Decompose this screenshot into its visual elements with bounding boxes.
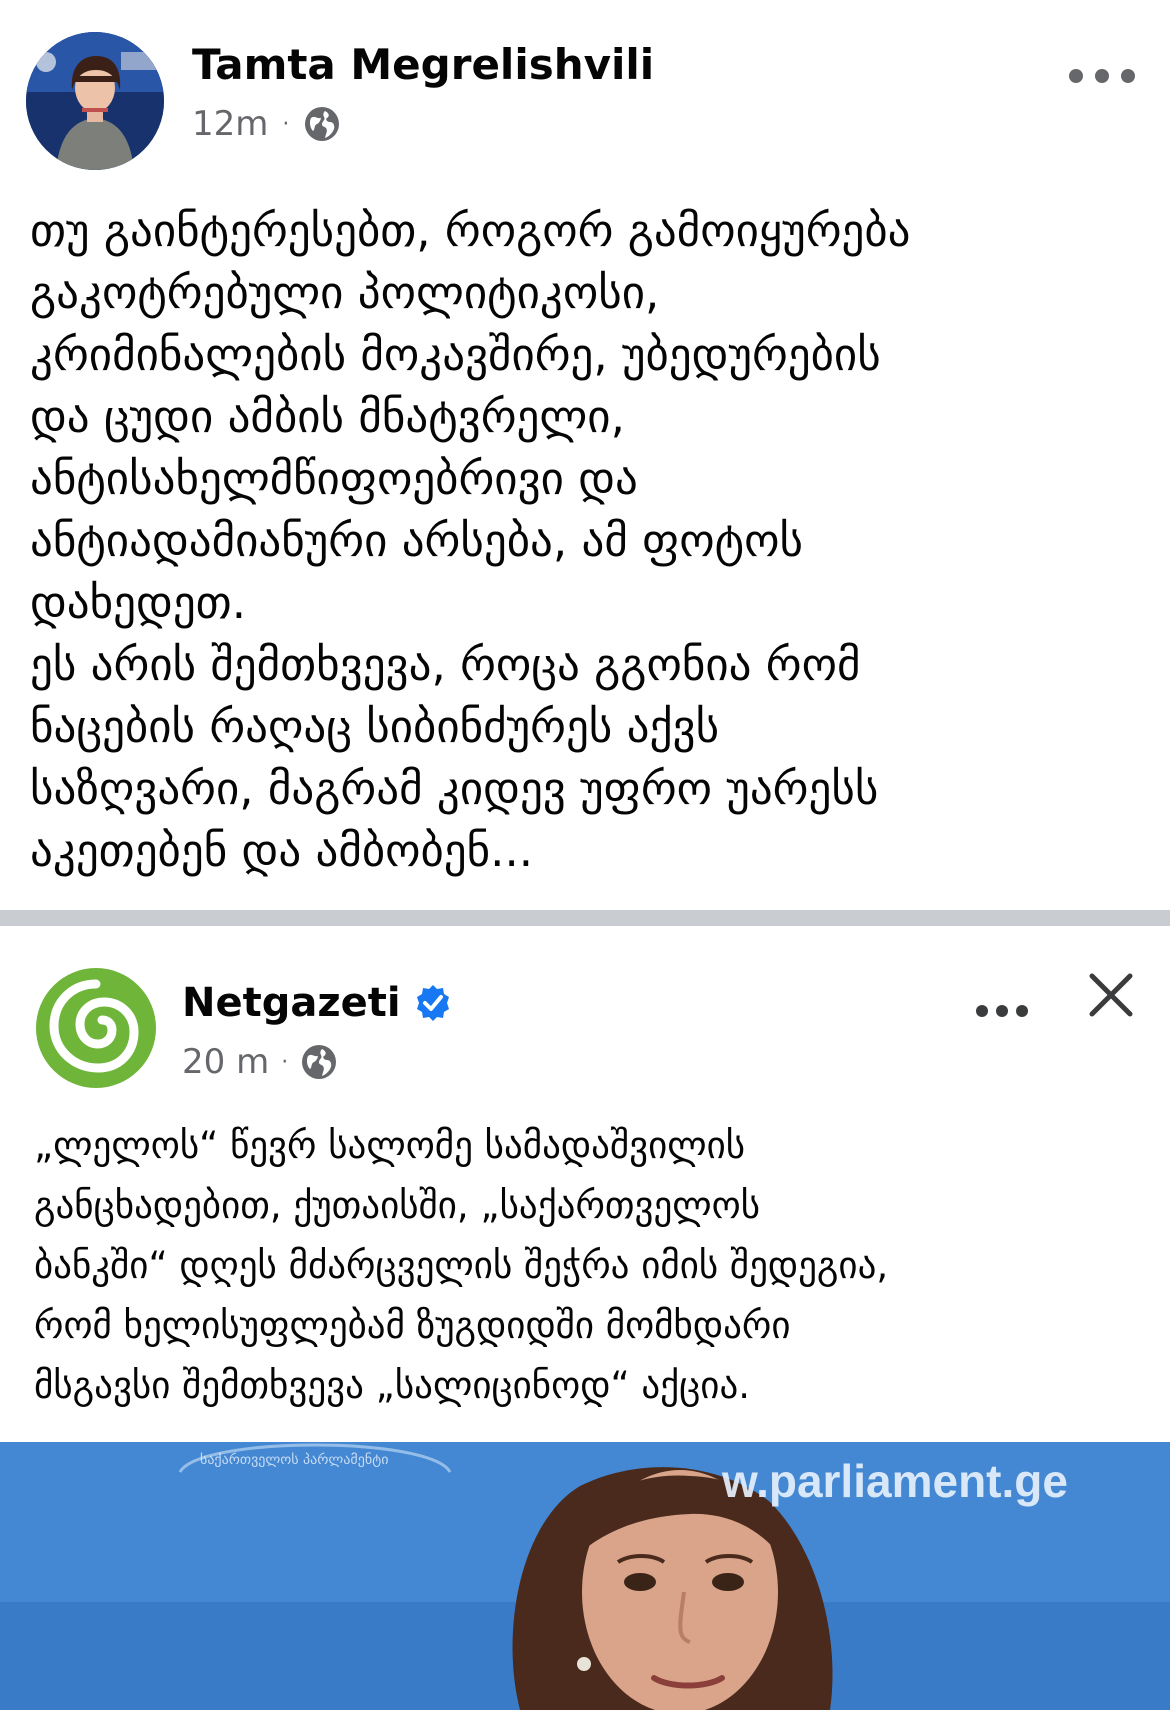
shared-post-card: Netgazeti 20 m · „ლელოს“ წევრ სალომე სამ… — [0, 926, 1170, 1710]
shared-more-icon[interactable] — [974, 996, 1030, 1026]
page-name-text[interactable]: Netgazeti — [182, 980, 401, 1026]
netgazeti-logo[interactable] — [34, 966, 158, 1090]
post-card: Tamta Megrelishvili 12m · თუ გაინტერესებ… — [0, 0, 1170, 910]
meta-separator: · — [281, 1049, 289, 1075]
meta-separator: · — [282, 111, 290, 137]
post-text: თუ გაინტერესებთ, როგორ გამოიყურება გაკოტ… — [30, 204, 911, 877]
post-more-icon[interactable] — [1064, 56, 1140, 96]
post-timestamp[interactable]: 12m — [192, 104, 268, 144]
close-icon[interactable] — [1088, 972, 1134, 1018]
author-avatar[interactable] — [26, 32, 164, 170]
avatar-image — [26, 32, 164, 170]
shared-meta: 20 m · — [182, 1038, 338, 1086]
shared-post-photo[interactable]: საქართველოს პარლამენტი w.parliament.ge — [0, 1442, 1170, 1710]
author-name[interactable]: Tamta Megrelishvili — [192, 40, 654, 89]
globe-icon — [305, 107, 340, 141]
globe-icon — [302, 1045, 337, 1079]
shared-timestamp[interactable]: 20 m — [182, 1042, 269, 1082]
post-separator — [0, 910, 1170, 926]
shared-post-text: „ლელოს“ წევრ სალომე სამადაშვილის განცხად… — [34, 1124, 889, 1407]
post-meta: 12m · — [192, 100, 341, 148]
photo-watermark: w.parliament.ge — [722, 1455, 1068, 1507]
verified-badge-icon — [416, 985, 449, 1021]
shared-page-name: Netgazeti — [182, 980, 453, 1026]
photo-seal-text: საქართველოს პარლამენტი — [200, 1452, 389, 1468]
